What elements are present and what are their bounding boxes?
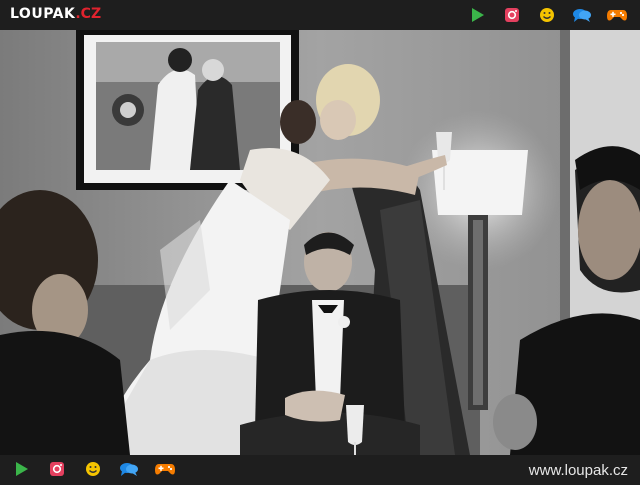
gamepad-icon[interactable] <box>154 459 176 479</box>
smiley-icon[interactable] <box>536 5 558 25</box>
logo-text: LOUPAK <box>10 6 76 22</box>
photo-illustration <box>0 30 640 455</box>
play-icon[interactable] <box>466 5 488 25</box>
chat-icon[interactable] <box>571 5 593 25</box>
top-icon-bar <box>466 5 628 25</box>
chat-icon[interactable] <box>118 459 140 479</box>
smiley-icon[interactable] <box>82 459 104 479</box>
logo-domain: .CZ <box>75 6 102 22</box>
bottom-icon-bar <box>10 459 176 479</box>
play-icon[interactable] <box>10 459 32 479</box>
instagram-icon[interactable] <box>501 5 523 25</box>
instagram-icon[interactable] <box>46 459 68 479</box>
wedding-photo <box>0 30 640 455</box>
gamepad-icon[interactable] <box>606 5 628 25</box>
site-logo[interactable]: LOUPAK .CZ <box>10 6 101 24</box>
site-url[interactable]: www.loupak.cz <box>529 462 628 479</box>
top-bar: LOUPAK .CZ <box>0 0 640 30</box>
flower-basket <box>493 394 537 450</box>
